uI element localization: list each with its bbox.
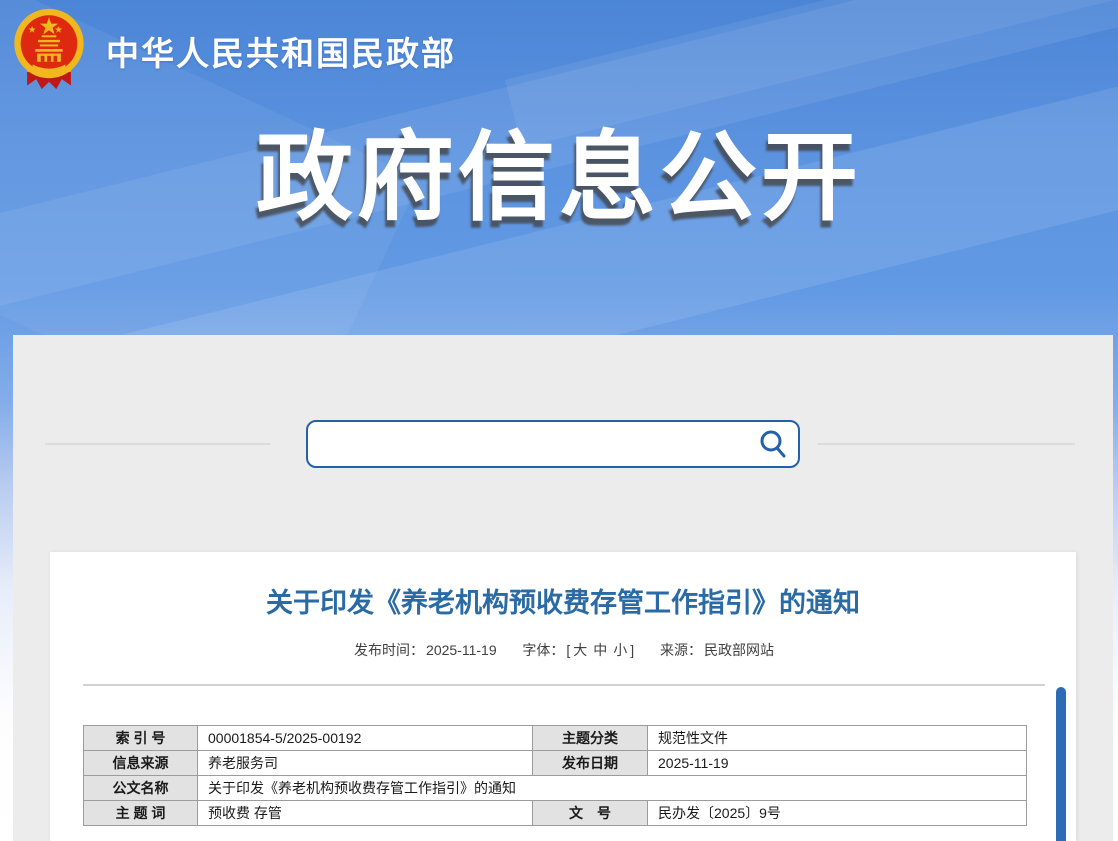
document-name-value: 关于印发《养老机构预收费存管工作指引》的通知 — [198, 776, 1027, 801]
scrollbar-thumb[interactable] — [1056, 687, 1066, 841]
page-background: 中华人民共和国民政部 政府信息公开 关于印发《养老机构预收费存管工作指引》的通知… — [0, 0, 1118, 841]
publish-time-value: 2025-11-19 — [426, 642, 497, 658]
search-input[interactable] — [308, 422, 748, 466]
search-button[interactable] — [748, 422, 798, 466]
search-box — [306, 420, 800, 468]
font-size-small-button[interactable]: 小 — [613, 642, 627, 658]
font-size-large-button[interactable]: 大 — [573, 642, 587, 658]
national-emblem-icon — [12, 7, 86, 91]
doc-number-value: 民办发〔2025〕9号 — [648, 801, 1027, 826]
article-title: 关于印发《养老机构预收费存管工作指引》的通知 — [50, 581, 1076, 620]
keywords-label: 主 题 词 — [84, 801, 198, 826]
publish-date-value: 2025-11-19 — [648, 751, 1027, 776]
document-info-table: 索 引 号 00001854-5/2025-00192 主题分类 规范性文件 信… — [83, 725, 1027, 826]
source-value: 民政部网站 — [704, 642, 774, 658]
document-name-label: 公文名称 — [84, 776, 198, 801]
table-row: 信息来源 养老服务司 发布日期 2025-11-19 — [84, 751, 1027, 776]
index-number-value: 00001854-5/2025-00192 — [198, 726, 533, 751]
font-bracket-close: ] — [630, 642, 634, 658]
font-size-medium-button[interactable]: 中 — [593, 642, 607, 658]
font-bracket-open: [ — [566, 642, 570, 658]
page-title: 政府信息公开 — [0, 98, 1118, 239]
doc-number-label: 文 号 — [533, 801, 648, 826]
info-source-value: 养老服务司 — [198, 751, 533, 776]
publish-date-label: 发布日期 — [533, 751, 648, 776]
content-panel: 关于印发《养老机构预收费存管工作指引》的通知 发布时间：2025-11-19 字… — [13, 335, 1113, 841]
article-meta: 发布时间：2025-11-19 字体：[大中小] 来源：民政部网站 — [50, 640, 1076, 660]
source-label: 来源： — [660, 642, 702, 658]
table-row: 主 题 词 预收费 存管 文 号 民办发〔2025〕9号 — [84, 801, 1027, 826]
topic-category-value: 规范性文件 — [648, 726, 1027, 751]
article-card: 关于印发《养老机构预收费存管工作指引》的通知 发布时间：2025-11-19 字… — [50, 552, 1076, 841]
search-divider-left — [45, 443, 270, 445]
meta-divider — [83, 684, 1045, 686]
table-row: 公文名称 关于印发《养老机构预收费存管工作指引》的通知 — [84, 776, 1027, 801]
table-row: 索 引 号 00001854-5/2025-00192 主题分类 规范性文件 — [84, 726, 1027, 751]
top-banner: 中华人民共和国民政部 政府信息公开 — [0, 0, 1118, 335]
keywords-value: 预收费 存管 — [198, 801, 533, 826]
publish-time-label: 发布时间： — [354, 642, 424, 658]
search-divider-right — [818, 443, 1075, 445]
index-number-label: 索 引 号 — [84, 726, 198, 751]
font-size-label: 字体： — [522, 642, 564, 658]
info-source-label: 信息来源 — [84, 751, 198, 776]
topic-category-label: 主题分类 — [533, 726, 648, 751]
search-icon — [758, 429, 788, 459]
ministry-name: 中华人民共和国民政部 — [106, 27, 456, 75]
